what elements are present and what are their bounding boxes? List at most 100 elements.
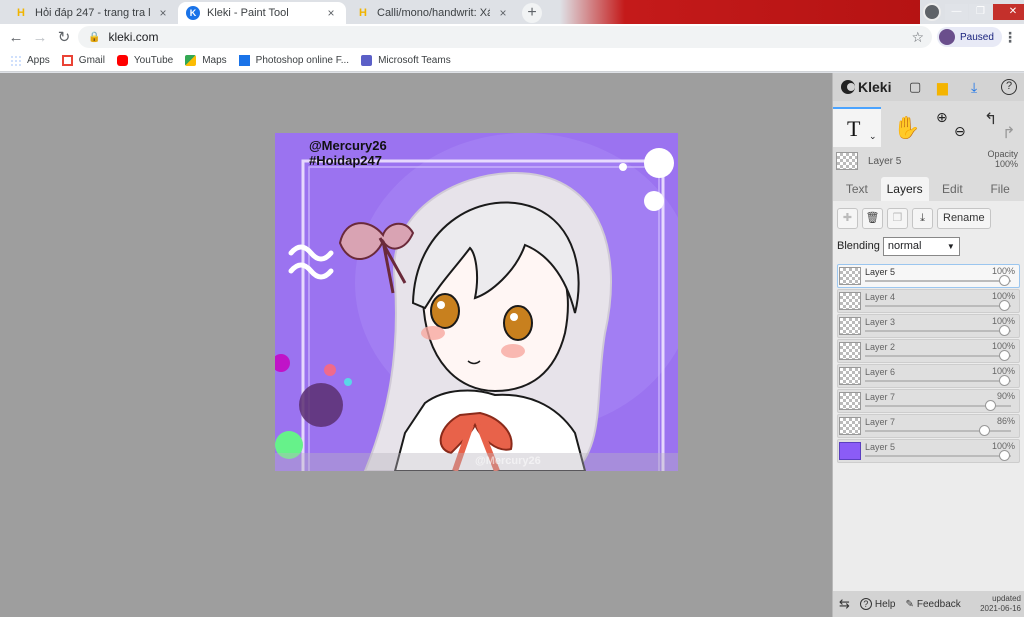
- bookmark-label: Microsoft Teams: [378, 55, 451, 66]
- bookmark-label: Gmail: [78, 55, 105, 66]
- kleki-logo[interactable]: Kleki: [841, 79, 891, 95]
- canvas-bottom-watermark: @Mercury26: [475, 455, 541, 467]
- layer-row[interactable]: Layer 7 86%: [837, 414, 1020, 438]
- current-layer-info: Layer 5 Opacity 100%: [833, 147, 1024, 175]
- tab-layers[interactable]: Layers: [880, 177, 929, 201]
- delete-layer-button[interactable]: 🗑: [862, 207, 883, 229]
- layer-opacity-slider-handle[interactable]: [999, 450, 1010, 461]
- layer-opacity-slider-handle[interactable]: [999, 275, 1010, 286]
- zoom-in-icon[interactable]: ⊕: [936, 109, 948, 126]
- layer-thumbnail: [839, 417, 861, 435]
- menu-kebab-icon[interactable]: ⋮: [1003, 29, 1017, 46]
- watermark-handle: @Mercury26: [309, 138, 387, 153]
- blending-value: normal: [887, 240, 922, 252]
- teams-icon: [361, 55, 373, 66]
- text-tool-button[interactable]: T ⌄: [833, 107, 881, 147]
- tab-file[interactable]: File: [976, 177, 1024, 201]
- help-circle-icon: ?: [859, 598, 872, 610]
- logo-text: Kleki: [858, 79, 892, 95]
- address-bar[interactable]: 🔒 kleki.com ☆: [78, 26, 932, 48]
- layer-opacity-slider-handle[interactable]: [979, 425, 991, 436]
- merge-layer-button[interactable]: ⤓: [912, 207, 933, 229]
- close-icon[interactable]: ×: [496, 6, 510, 20]
- forward-arrow-icon[interactable]: →: [28, 29, 52, 46]
- swap-side-icon[interactable]: ⇆: [839, 596, 850, 612]
- tab-title: Hỏi đáp 247 - trang tra loi: [35, 7, 150, 19]
- url-text: kleki.com: [108, 30, 159, 44]
- layer-thumbnail: [839, 367, 861, 385]
- layer-row[interactable]: Layer 2 100%: [837, 339, 1020, 363]
- bookmark-maps[interactable]: Maps: [185, 55, 227, 66]
- layer-thumbnail: [839, 267, 861, 285]
- layer-opacity-track[interactable]: [865, 380, 1011, 382]
- add-layer-button[interactable]: ✚: [837, 207, 858, 229]
- browser-tab-kleki[interactable]: K Kleki - Paint Tool ×: [178, 2, 346, 24]
- duplicate-layer-button[interactable]: ❐: [887, 207, 908, 229]
- star-icon[interactable]: ☆: [911, 29, 924, 46]
- minimize-icon[interactable]: —: [945, 4, 968, 20]
- bookmark-teams[interactable]: Microsoft Teams: [361, 55, 451, 66]
- layer-thumbnail: [839, 442, 861, 460]
- layer-opacity-slider-handle[interactable]: [999, 350, 1010, 361]
- help-label: Help: [874, 598, 896, 610]
- window-close-icon[interactable]: ✕: [993, 4, 1024, 20]
- layer-name: Layer 5: [865, 267, 896, 277]
- apps-grid-icon: [10, 55, 21, 66]
- h-logo-icon: H: [17, 7, 25, 19]
- layer-opacity-track[interactable]: [865, 305, 1011, 307]
- zoom-out-icon[interactable]: ⊖: [954, 123, 966, 140]
- layer-row[interactable]: Layer 5 100%: [837, 264, 1020, 288]
- close-icon[interactable]: ×: [156, 6, 170, 20]
- close-icon[interactable]: ×: [324, 6, 338, 20]
- bookmark-youtube[interactable]: YouTube: [116, 55, 173, 66]
- canvas-work-area[interactable]: @Mercury26 #Hoidap247 @Mercury26: [0, 73, 832, 617]
- undo-icon[interactable]: ↰: [984, 109, 997, 129]
- layer-name: Layer 7: [865, 392, 896, 402]
- browser-profile-icon[interactable]: [923, 3, 941, 21]
- tab-text[interactable]: Text: [833, 177, 881, 201]
- drawing-canvas[interactable]: @Mercury26 #Hoidap247 @Mercury26: [275, 133, 678, 471]
- open-folder-icon[interactable]: ▆: [937, 79, 948, 96]
- chevron-down-icon[interactable]: ⌄: [869, 131, 877, 142]
- layer-opacity-track[interactable]: [865, 455, 1011, 457]
- bookmark-apps[interactable]: Apps: [10, 55, 50, 66]
- tab-edit[interactable]: Edit: [929, 177, 977, 201]
- browser-tab-hoidap[interactable]: H Hỏi đáp 247 - trang tra loi ×: [6, 2, 178, 24]
- hand-tool-icon[interactable]: ✋: [893, 115, 920, 141]
- back-arrow-icon[interactable]: ←: [4, 29, 28, 46]
- restore-icon[interactable]: ❐: [969, 4, 992, 20]
- rename-layer-button[interactable]: Rename: [937, 207, 991, 229]
- redo-icon[interactable]: ↱: [1002, 123, 1015, 143]
- layer-opacity-slider-handle[interactable]: [999, 375, 1010, 386]
- new-file-icon[interactable]: ▢: [909, 79, 921, 95]
- layer-thumbnail: [839, 342, 861, 360]
- bookmark-gmail[interactable]: Gmail: [61, 55, 105, 66]
- reload-icon[interactable]: ↻: [52, 28, 76, 46]
- blending-select[interactable]: normal ▼: [882, 236, 960, 256]
- layer-opacity-slider-handle[interactable]: [999, 300, 1010, 311]
- browser-tab-calli[interactable]: H Calli/mono/handwrit: Xác thực h ×: [348, 2, 518, 24]
- layer-row[interactable]: Layer 3 100%: [837, 314, 1020, 338]
- profile-status: Paused: [960, 31, 994, 43]
- layer-opacity-slider-handle[interactable]: [999, 325, 1010, 336]
- bookmark-photoshop[interactable]: Photoshop online F...: [238, 55, 350, 66]
- layer-row[interactable]: Layer 5 100%: [837, 439, 1020, 463]
- help-circle-icon[interactable]: ?: [1001, 79, 1017, 95]
- layer-opacity-slider-handle[interactable]: [985, 400, 996, 411]
- help-link[interactable]: ? Help: [859, 598, 896, 610]
- layer-opacity-track[interactable]: [865, 355, 1011, 357]
- layer-row[interactable]: Layer 7 90%: [837, 389, 1020, 413]
- layer-opacity-track[interactable]: [865, 330, 1011, 332]
- artwork-illustration: [275, 133, 678, 471]
- bookmark-label: Apps: [27, 55, 50, 66]
- feedback-link[interactable]: ✎ Feedback: [905, 599, 960, 610]
- new-tab-button[interactable]: +: [522, 3, 542, 23]
- profile-paused-button[interactable]: Paused: [937, 27, 1002, 47]
- layer-row[interactable]: Layer 4 100%: [837, 289, 1020, 313]
- photoshop-icon: [238, 55, 250, 66]
- bookmark-label: Photoshop online F...: [255, 55, 350, 66]
- layer-opacity-track[interactable]: [865, 280, 1011, 282]
- download-icon[interactable]: ⤓: [971, 79, 977, 96]
- layer-row[interactable]: Layer 6 100%: [837, 364, 1020, 388]
- layer-opacity: 86%: [996, 416, 1015, 426]
